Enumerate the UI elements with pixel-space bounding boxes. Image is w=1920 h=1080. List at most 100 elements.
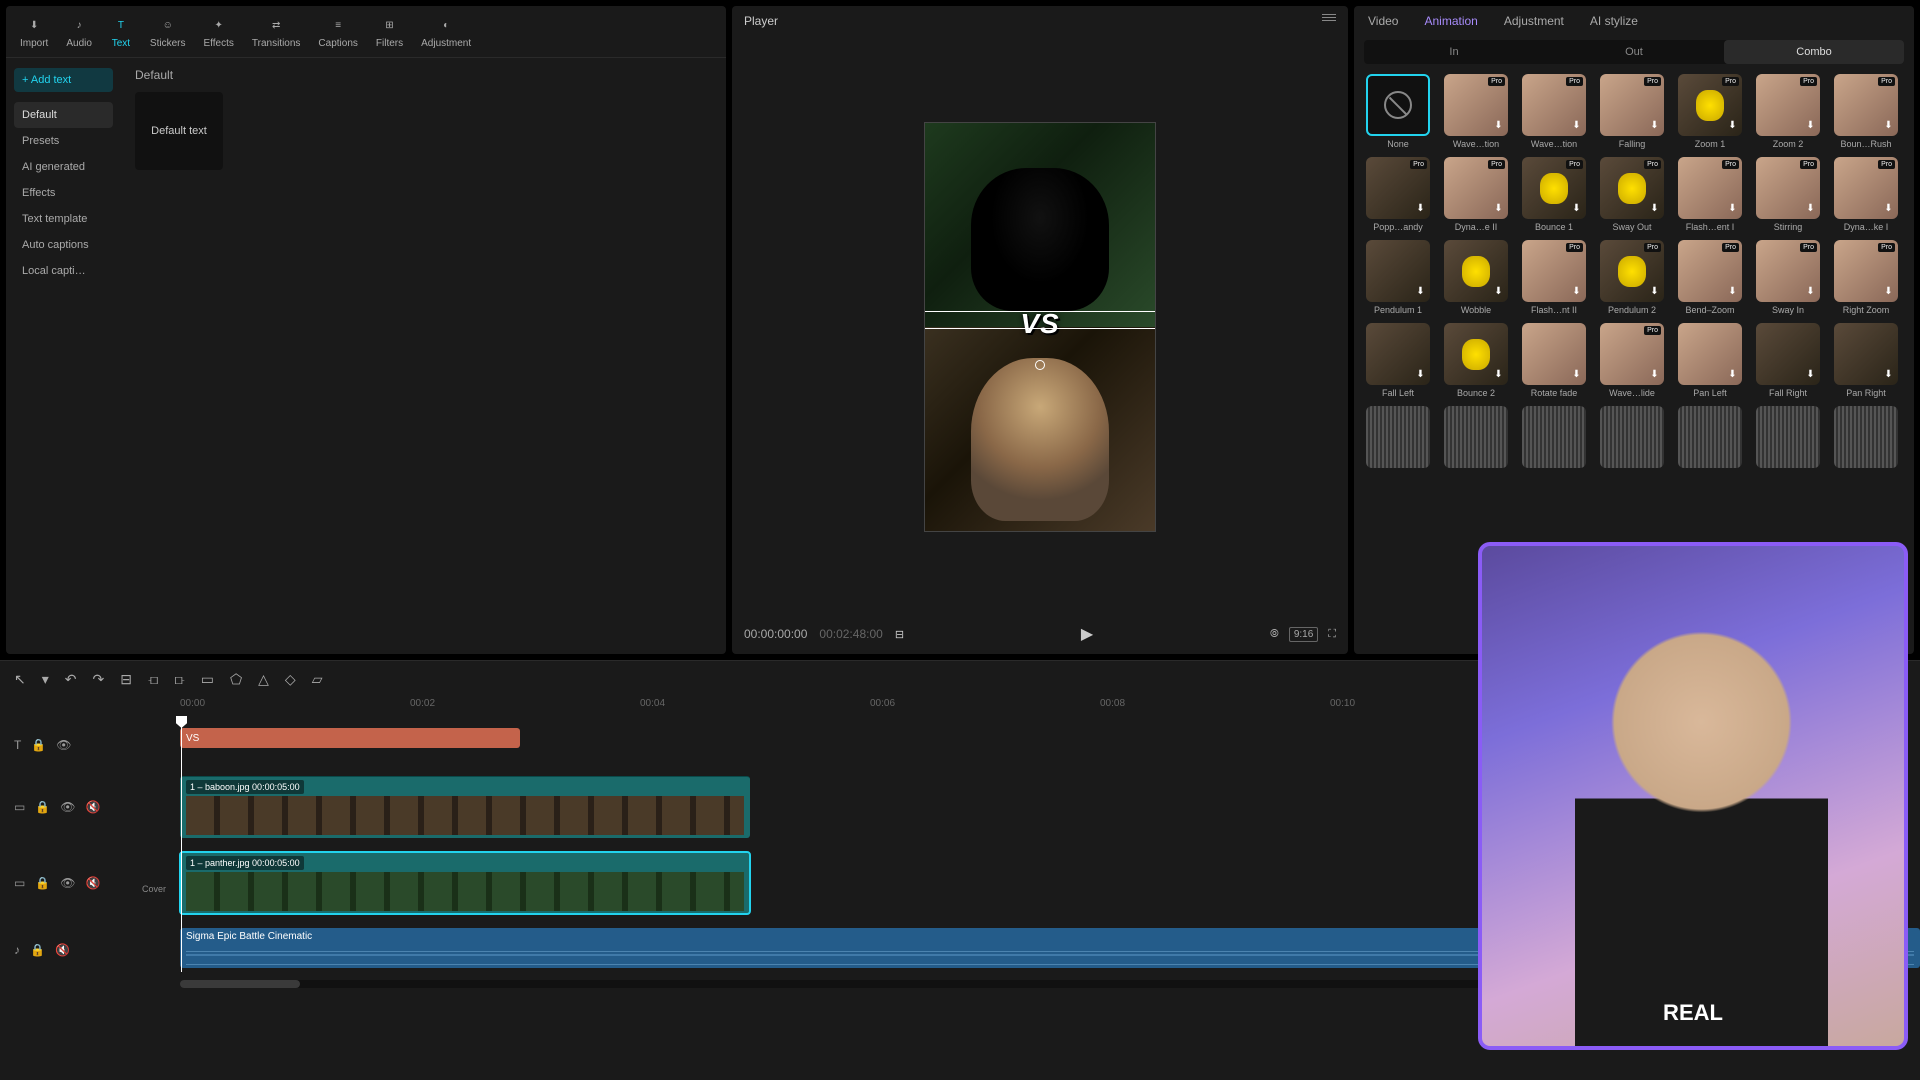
- download-icon[interactable]: ⬇: [1570, 369, 1583, 382]
- track-lock-icon[interactable]: 🔒: [31, 738, 46, 752]
- animation-thumbnail[interactable]: Pro⬇: [1678, 240, 1742, 302]
- animation-thumbnail[interactable]: Pro⬇: [1678, 74, 1742, 136]
- download-icon[interactable]: ⬇: [1726, 203, 1739, 216]
- media-nav-audio[interactable]: ♪Audio: [66, 14, 92, 49]
- warning-icon[interactable]: △: [258, 671, 269, 688]
- track-mute-icon[interactable]: 🔇: [86, 876, 101, 890]
- download-icon[interactable]: ⬇: [1648, 286, 1661, 299]
- track-mute-icon[interactable]: 🔇: [55, 943, 70, 957]
- animation-item[interactable]: Pro⬇Dyna…e II: [1442, 157, 1510, 232]
- crop-icon[interactable]: ▱: [312, 671, 323, 688]
- tab-video[interactable]: Video: [1368, 14, 1398, 28]
- animation-item[interactable]: Pro⬇Bounce 1: [1520, 157, 1588, 232]
- animation-item[interactable]: ⬇Wobble: [1442, 240, 1510, 315]
- sidebar-item-local-capti-[interactable]: Local capti…: [14, 258, 113, 284]
- playhead[interactable]: [181, 718, 182, 972]
- animation-thumbnail[interactable]: ⬇: [1366, 323, 1430, 385]
- split-icon[interactable]: ⊟: [120, 671, 132, 688]
- animation-thumbnail[interactable]: Pro⬇: [1600, 74, 1664, 136]
- animation-thumbnail[interactable]: Pro⬇: [1678, 157, 1742, 219]
- track-audio-icon[interactable]: ♪: [14, 943, 20, 957]
- animation-thumbnail[interactable]: Pro⬇: [1522, 74, 1586, 136]
- animation-item[interactable]: [1832, 406, 1900, 471]
- media-nav-stickers[interactable]: ☺Stickers: [150, 14, 186, 49]
- track-lock-icon[interactable]: 🔒: [35, 876, 50, 890]
- download-icon[interactable]: ⬇: [1570, 203, 1583, 216]
- animation-thumbnail[interactable]: ⬇: [1444, 323, 1508, 385]
- animation-thumbnail[interactable]: Pro⬇: [1444, 157, 1508, 219]
- animation-thumbnail[interactable]: ⬇: [1444, 240, 1508, 302]
- preview-canvas[interactable]: VS: [924, 122, 1156, 532]
- download-icon[interactable]: ⬇: [1882, 286, 1895, 299]
- tab-ai-stylize[interactable]: AI stylize: [1590, 14, 1638, 28]
- download-icon[interactable]: ⬇: [1882, 120, 1895, 133]
- media-clip-baboon[interactable]: 1 – baboon.jpg 00:00:05:00: [180, 776, 750, 838]
- animation-thumbnail[interactable]: Pro⬇: [1522, 157, 1586, 219]
- animation-item[interactable]: [1598, 406, 1666, 471]
- media-clip-panther[interactable]: 1 – panther.jpg 00:00:05:00: [180, 852, 750, 914]
- download-icon[interactable]: ⬇: [1570, 120, 1583, 133]
- animation-item[interactable]: Pro⬇Zoom 1: [1676, 74, 1744, 149]
- sidebar-item-auto-captions[interactable]: Auto captions: [14, 232, 113, 258]
- track-lock-icon[interactable]: 🔒: [35, 800, 50, 814]
- animation-thumbnail[interactable]: [1444, 406, 1508, 468]
- sidebar-item-text-template[interactable]: Text template: [14, 206, 113, 232]
- animation-item[interactable]: Pro⬇Boun…Rush: [1832, 74, 1900, 149]
- animation-thumbnail[interactable]: Pro⬇: [1600, 323, 1664, 385]
- animation-thumbnail[interactable]: Pro⬇: [1366, 157, 1430, 219]
- text-clip[interactable]: VS: [180, 728, 520, 748]
- animation-thumbnail[interactable]: Pro⬇: [1600, 240, 1664, 302]
- animation-item[interactable]: [1676, 406, 1744, 471]
- fullscreen-icon[interactable]: ⛶: [1328, 628, 1336, 641]
- selection-handle-right[interactable]: [1155, 317, 1156, 323]
- download-icon[interactable]: ⬇: [1882, 369, 1895, 382]
- animation-thumbnail[interactable]: [1522, 406, 1586, 468]
- animation-thumbnail[interactable]: ⬇: [1366, 240, 1430, 302]
- media-nav-effects[interactable]: ✦Effects: [203, 14, 233, 49]
- animation-item[interactable]: [1754, 406, 1822, 471]
- animation-thumbnail[interactable]: Pro⬇: [1834, 157, 1898, 219]
- download-icon[interactable]: ⬇: [1648, 120, 1661, 133]
- track-media-icon[interactable]: ▭: [14, 876, 25, 890]
- redo-icon[interactable]: ↷: [93, 671, 105, 688]
- download-icon[interactable]: ⬇: [1414, 203, 1427, 216]
- animation-item[interactable]: Pro⬇Sway Out: [1598, 157, 1666, 232]
- selection-tool-icon[interactable]: ↖: [14, 671, 26, 688]
- animation-item[interactable]: None: [1364, 74, 1432, 149]
- animation-item[interactable]: ⬇Fall Right: [1754, 323, 1822, 398]
- animation-item[interactable]: Pro⬇Wave…tion: [1442, 74, 1510, 149]
- undo-icon[interactable]: ↶: [65, 671, 77, 688]
- subtab-out[interactable]: Out: [1544, 40, 1724, 64]
- download-icon[interactable]: ⬇: [1726, 286, 1739, 299]
- animation-item[interactable]: Pro⬇Wave…lide: [1598, 323, 1666, 398]
- animation-item[interactable]: [1364, 406, 1432, 471]
- snapshot-icon[interactable]: ⦾: [1270, 628, 1279, 641]
- animation-thumbnail[interactable]: Pro⬇: [1834, 74, 1898, 136]
- download-icon[interactable]: ⬇: [1804, 120, 1817, 133]
- animation-thumbnail[interactable]: [1366, 74, 1430, 136]
- rotation-handle[interactable]: [1035, 360, 1045, 370]
- animation-thumbnail[interactable]: Pro⬇: [1756, 157, 1820, 219]
- animation-item[interactable]: Pro⬇Zoom 2: [1754, 74, 1822, 149]
- animation-thumbnail[interactable]: [1756, 406, 1820, 468]
- subtab-combo[interactable]: Combo: [1724, 40, 1904, 64]
- animation-thumbnail[interactable]: Pro⬇: [1756, 240, 1820, 302]
- split-left-icon[interactable]: ⟤: [148, 671, 158, 688]
- animation-item[interactable]: Pro⬇Dyna…ke I: [1832, 157, 1900, 232]
- sidebar-item-default[interactable]: Default: [14, 102, 113, 128]
- selection-handle-left[interactable]: [924, 317, 925, 323]
- play-button[interactable]: ▶: [1081, 624, 1093, 644]
- default-text-template[interactable]: Default text: [135, 92, 223, 170]
- download-icon[interactable]: ⬇: [1726, 369, 1739, 382]
- animation-thumbnail[interactable]: ⬇: [1678, 323, 1742, 385]
- media-nav-adjustment[interactable]: ◐Adjustment: [421, 14, 471, 49]
- animation-item[interactable]: Pro⬇Flash…nt II: [1520, 240, 1588, 315]
- rotate-icon[interactable]: ◇: [285, 671, 296, 688]
- add-text-button[interactable]: + Add text: [14, 68, 113, 92]
- selection-box[interactable]: [924, 311, 1156, 329]
- animation-thumbnail[interactable]: Pro⬇: [1522, 240, 1586, 302]
- animation-item[interactable]: Pro⬇Pendulum 2: [1598, 240, 1666, 315]
- download-icon[interactable]: ⬇: [1492, 369, 1505, 382]
- animation-item[interactable]: Pro⬇Bend–Zoom: [1676, 240, 1744, 315]
- download-icon[interactable]: ⬇: [1648, 369, 1661, 382]
